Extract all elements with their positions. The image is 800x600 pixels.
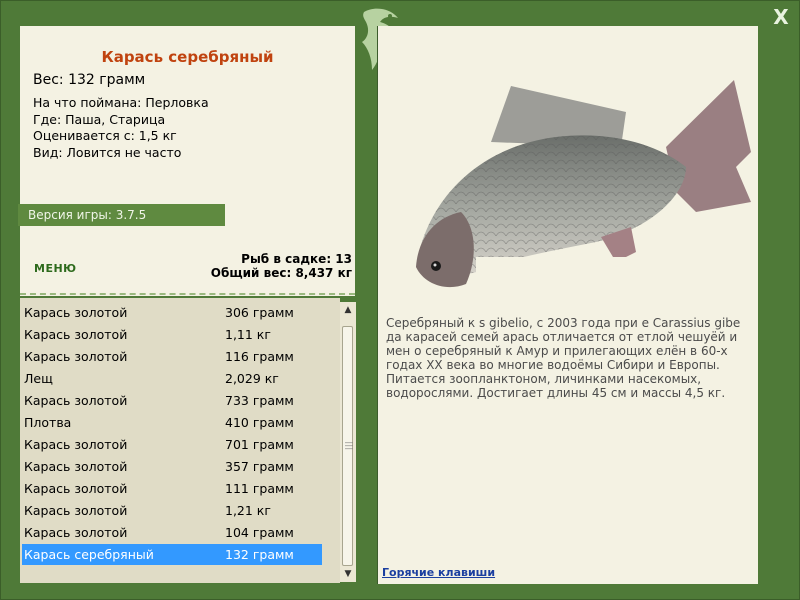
list-item[interactable]: Карась золотой 701 грамм	[22, 434, 322, 455]
grip-icon: ― ― ―	[345, 438, 353, 453]
list-item[interactable]: Карась золотой 357 грамм	[22, 456, 322, 477]
list-item[interactable]: Карась золотой 1,21 кг	[22, 500, 322, 521]
cage-summary: Рыб в садке: 13 Общий вес: 8,437 кг	[211, 252, 352, 280]
tail-fin	[666, 80, 751, 212]
detail-bait: На что поймана: Перловка	[33, 95, 209, 110]
fish-description-panel: Серебряный к s gibelio, с 2003 года при …	[377, 26, 758, 584]
detail-rarity: Вид: Ловится не часто	[33, 144, 182, 160]
list-item[interactable]: Карась золотой 111 грамм	[22, 478, 322, 499]
list-scrollbar[interactable]: ▲ ― ― ― ▼	[340, 302, 356, 582]
list-item[interactable]: Карась золотой 306 грамм	[22, 302, 322, 323]
detail-valued-from: Оценивается с: 1,5 кг	[33, 128, 177, 143]
close-button[interactable]: X	[770, 6, 792, 28]
scrollbar-thumb[interactable]: ― ― ―	[342, 326, 353, 566]
cage-total-weight: Общий вес: 8,437 кг	[210, 266, 352, 280]
list-item[interactable]: Карась золотой 733 грамм	[22, 390, 322, 411]
list-item-selected[interactable]: Карась серебряный 132 грамм	[22, 544, 322, 565]
list-item[interactable]: Карась золотой 104 грамм	[22, 522, 322, 543]
fish-description: Серебряный к s gibelio, с 2003 года при …	[386, 316, 741, 401]
fish-details: На что поймана: Перловка Где: Паша, Стар…	[33, 95, 209, 161]
cage-count: Рыб в садке: 13	[241, 252, 352, 266]
fish-head	[416, 212, 474, 288]
divider	[20, 293, 355, 295]
scroll-down-arrow-icon[interactable]: ▼	[340, 566, 356, 582]
hotkeys-link[interactable]: Горячие клавиши	[382, 566, 495, 579]
scroll-up-arrow-icon[interactable]: ▲	[340, 302, 356, 318]
fish-list: Карась золотой 306 грамм Карась золотой 1,…	[20, 298, 340, 583]
list-item[interactable]: Карась золотой 1,11 кг	[22, 324, 322, 345]
detail-location: Где: Паша, Старица	[33, 111, 166, 127]
list-item[interactable]: Карась золотой 116 грамм	[22, 346, 322, 367]
version-bar: Версия игры: 3.7.5	[18, 204, 225, 226]
fish-weight: Вес: 132 грамм	[33, 72, 146, 88]
fish-title: Карась серебряный	[101, 48, 274, 66]
list-item[interactable]: Лещ 2,029 кг	[22, 368, 322, 389]
fish-image	[416, 80, 751, 302]
list-item[interactable]: Плотва 410 грамм	[22, 412, 322, 433]
menu-button[interactable]: МЕНЮ	[34, 262, 77, 275]
